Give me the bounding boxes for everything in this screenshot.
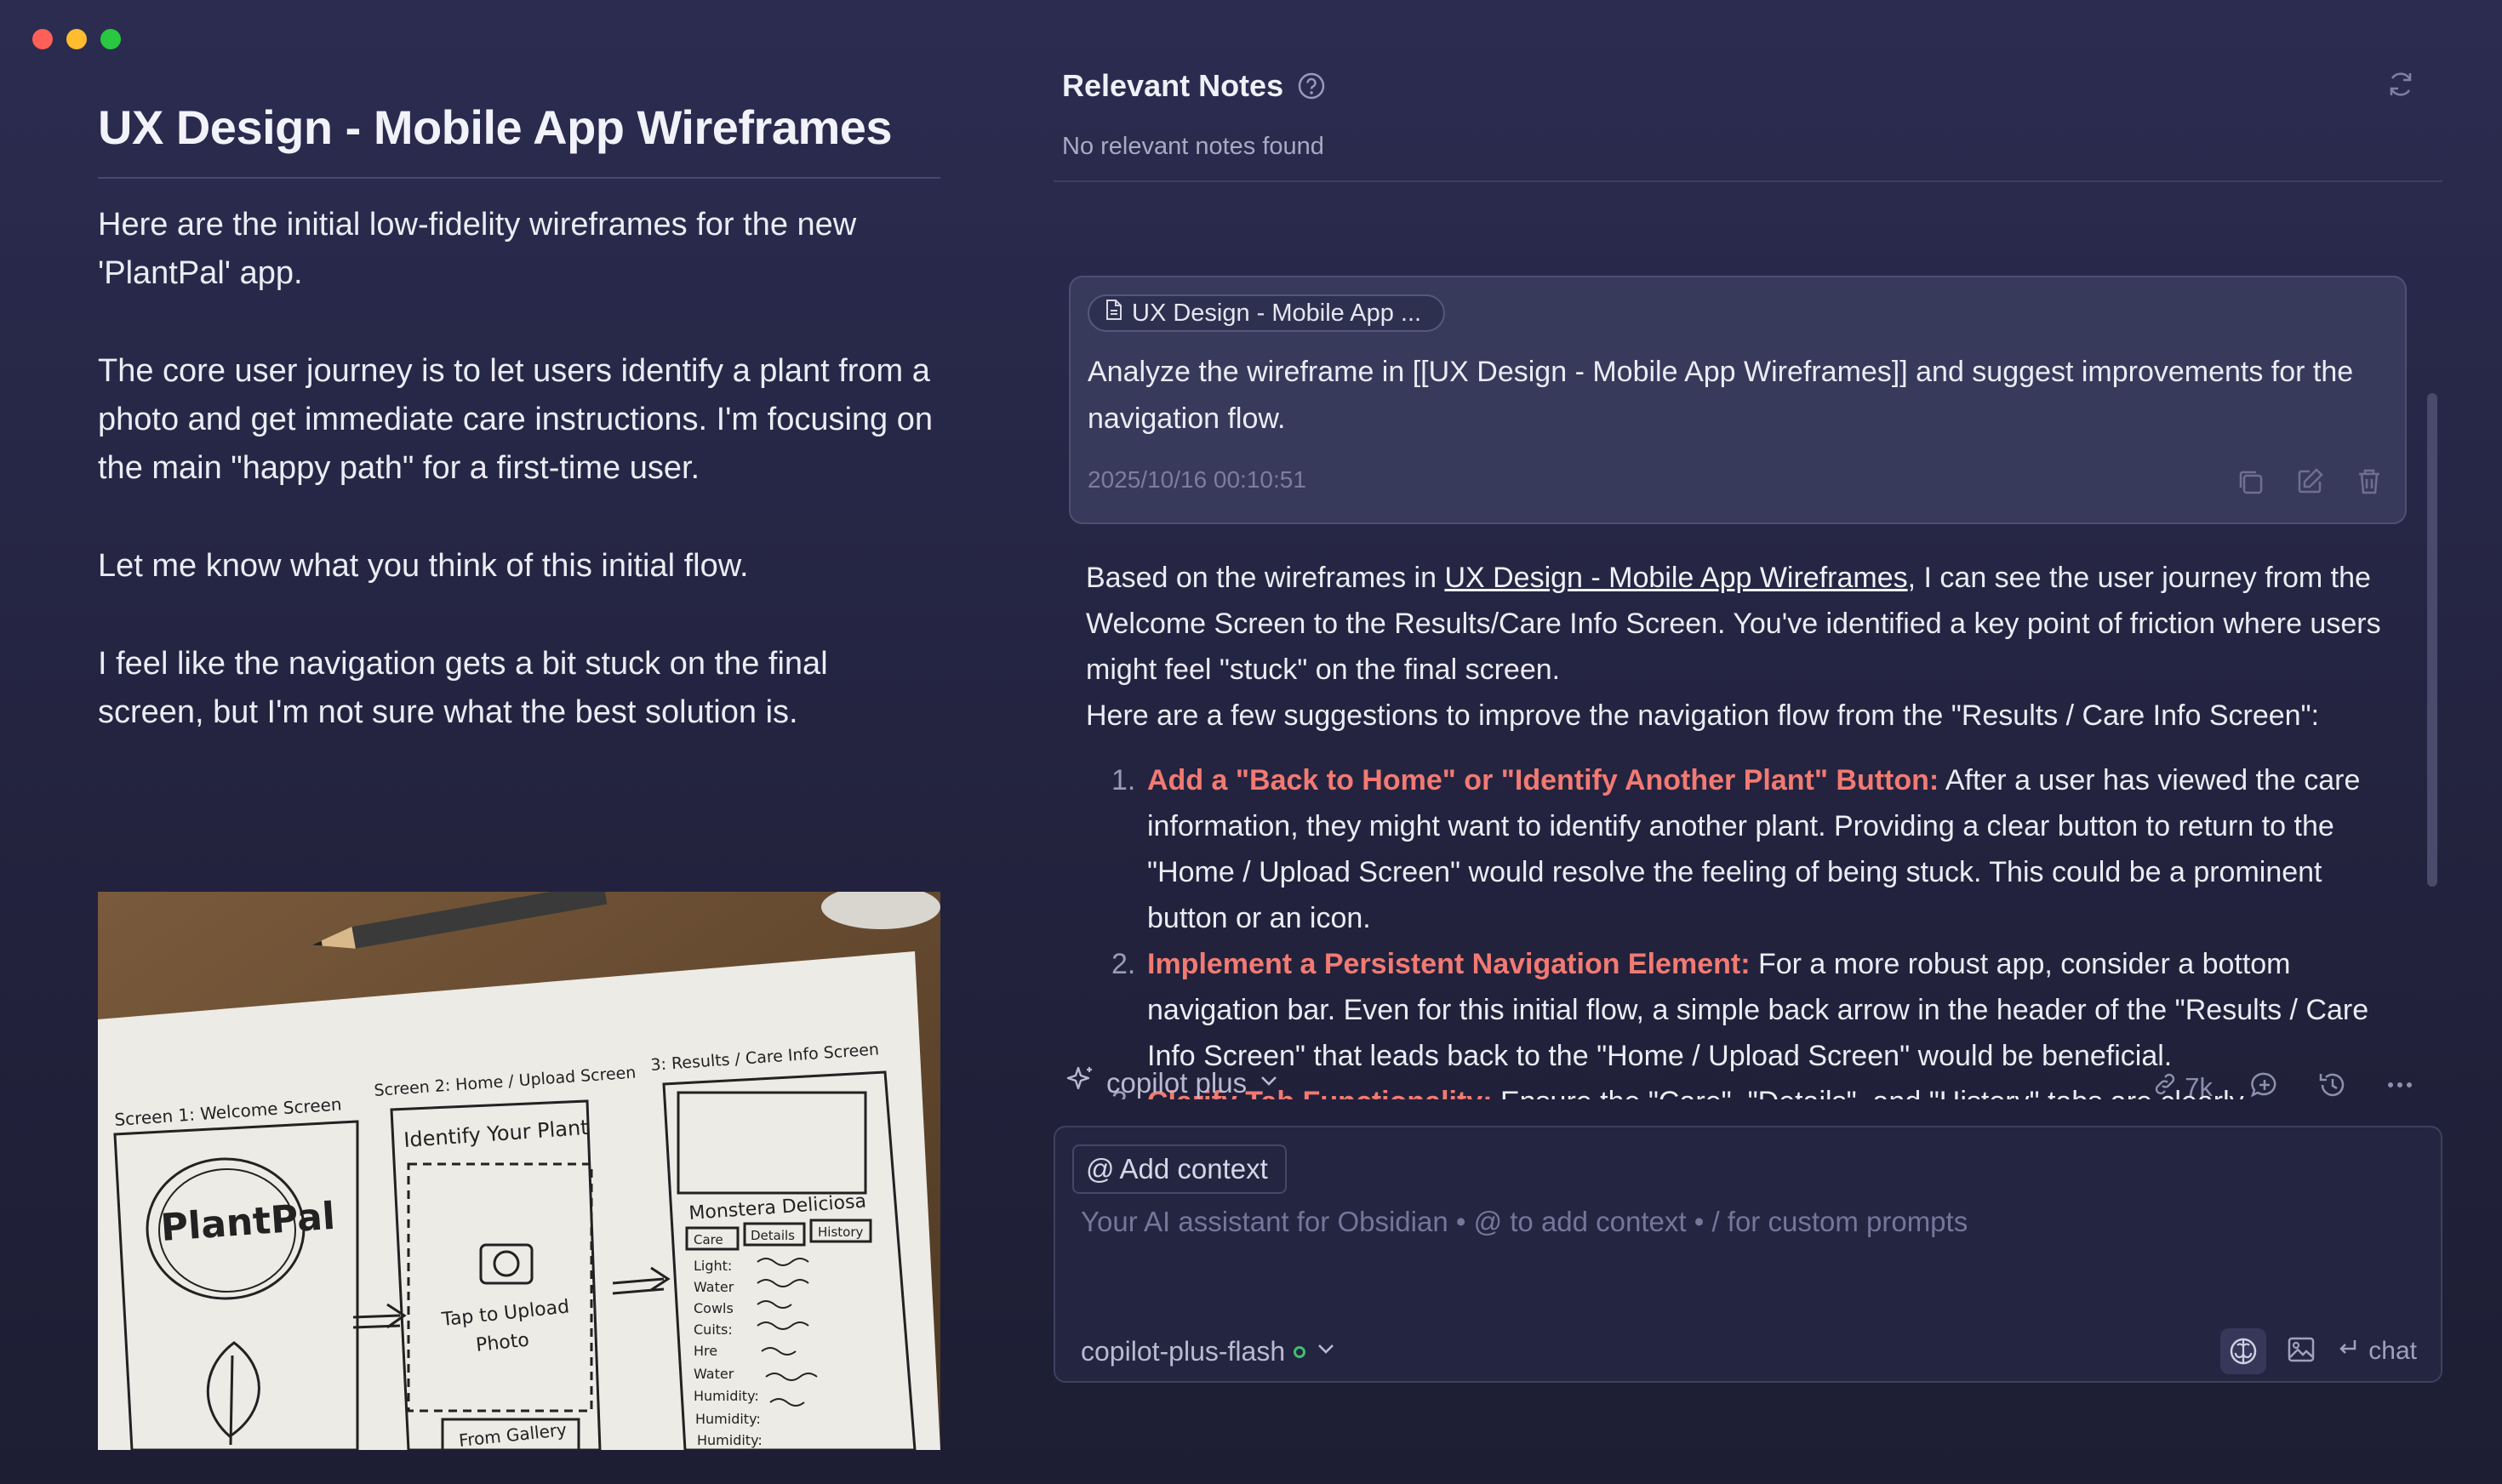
note-editor[interactable]: UX Design - Mobile App Wireframes Here a…: [98, 94, 940, 786]
user-message: UX Design - Mobile App ... Analyze the w…: [1069, 276, 2407, 524]
new-chat-icon[interactable]: [2248, 1069, 2281, 1105]
sketch-care-row: Humidity:: [697, 1432, 763, 1448]
enter-icon: [2336, 1336, 2360, 1367]
note-paragraph: The core user journey is to let users id…: [98, 353, 934, 486]
chevron-down-icon: [1257, 1067, 1281, 1099]
history-icon[interactable]: [2316, 1069, 2349, 1105]
title-divider: [98, 177, 940, 179]
window-controls: [32, 29, 121, 49]
chat-input-placeholder[interactable]: Your AI assistant for Obsidian • @ to ad…: [1081, 1206, 1968, 1238]
relevant-notes-divider: [1054, 180, 2442, 182]
sketch-care-row: Water: [694, 1366, 734, 1382]
user-message-text: Analyze the wireframe in [[UX Design - M…: [1088, 356, 2354, 435]
add-context-button[interactable]: @ Add context: [1072, 1144, 1287, 1194]
sketch-care-row: Hre: [694, 1343, 717, 1359]
chevron-down-icon: [1314, 1336, 1338, 1367]
suggestion-heading: Add a "Back to Home" or "Identify Anothe…: [1147, 764, 1939, 796]
sketch-care-row: Cowls: [694, 1300, 734, 1316]
refresh-icon[interactable]: [2385, 68, 2417, 100]
model-status-icon: [1294, 1345, 1306, 1358]
input-actions: chat: [2220, 1328, 2417, 1374]
chat-input-box[interactable]: @ Add context Your AI assistant for Obsi…: [1054, 1126, 2442, 1383]
more-options-icon[interactable]: [2385, 1070, 2415, 1104]
app-window: UX Design - Mobile App Wireframes Here a…: [0, 0, 2502, 1484]
sparkle-icon: [1064, 1064, 1096, 1103]
ai-lead: Here are a few suggestions to improve th…: [1086, 699, 2320, 732]
model-selector[interactable]: copilot-plus-flash: [1081, 1336, 1338, 1367]
note-body[interactable]: Here are the initial low-fidelity wirefr…: [98, 201, 940, 737]
note-file-icon: [1105, 299, 1123, 328]
copilot-chat-pane: Relevant Notes No relevant notes found U…: [1054, 51, 2442, 1387]
note-title[interactable]: UX Design - Mobile App Wireframes: [98, 94, 940, 162]
minimize-window-button[interactable]: [66, 29, 87, 49]
relevant-notes-header: Relevant Notes: [1062, 68, 1326, 104]
list-item: 1. Add a "Back to Home" or "Identify Anot…: [1086, 757, 2396, 941]
help-icon[interactable]: [1297, 71, 1326, 100]
context-note-chip[interactable]: UX Design - Mobile App ...: [1088, 294, 1446, 332]
sketch-tab-care: Care: [694, 1232, 723, 1247]
link-icon: [2152, 1071, 2178, 1104]
chat-toolbar: copilot plus 7k: [1064, 1064, 2442, 1115]
relevant-notes-empty: No relevant notes found: [1062, 133, 1324, 160]
delete-icon[interactable]: [2352, 465, 2386, 503]
mode-label: copilot plus: [1106, 1067, 1248, 1099]
message-timestamp: 2025/10/16 00:10:51: [1088, 466, 1306, 493]
note-link[interactable]: UX Design - Mobile App Wireframes: [1444, 562, 1907, 594]
add-context-label: Add context: [1119, 1153, 1268, 1184]
sketch-care-row: Light:: [694, 1258, 732, 1274]
sketch-tab-details: Details: [751, 1228, 795, 1243]
message-actions: [2233, 465, 2386, 503]
note-paragraph: I feel like the navigation gets a bit st…: [98, 646, 828, 730]
context-note-label: UX Design - Mobile App ...: [1132, 299, 1422, 327]
token-count: 7k: [2152, 1071, 2213, 1104]
model-name-label: copilot-plus-flash: [1081, 1336, 1286, 1367]
suggestion-list: 1. Add a "Back to Home" or "Identify Anot…: [1086, 757, 2396, 1099]
send-chat-label: chat: [2368, 1337, 2417, 1365]
token-count-value: 7k: [2185, 1071, 2213, 1102]
brain-icon[interactable]: [2220, 1328, 2267, 1374]
sketch-care-row: Water: [694, 1279, 734, 1295]
list-number: 2.: [1111, 948, 1136, 980]
sketch-care-row: Cuits:: [694, 1321, 733, 1338]
ai-intro-text: Based on the wireframes in: [1086, 562, 1445, 594]
sketch-care-row: Humidity:: [695, 1411, 761, 1427]
send-chat-button[interactable]: chat: [2336, 1336, 2417, 1367]
suggestion-heading: Implement a Persistent Navigation Elemen…: [1147, 948, 1751, 980]
relevant-notes-title: Relevant Notes: [1062, 68, 1284, 103]
close-window-button[interactable]: [32, 29, 53, 49]
wireframe-sketch-image: Screen 1: Welcome Screen Screen 2: Home …: [98, 892, 940, 1450]
toolbar-actions: 7k: [2152, 1069, 2415, 1105]
image-icon[interactable]: [2285, 1333, 2317, 1370]
copy-icon[interactable]: [2233, 465, 2267, 503]
ai-message: Based on the wireframes in UX Design - M…: [1086, 555, 2396, 1099]
chat-messages[interactable]: UX Design - Mobile App ... Analyze the w…: [1054, 223, 2442, 1099]
list-item: 2. Implement a Persistent Navigation Elem…: [1086, 941, 2396, 1079]
note-paragraph: Let me know what you think of this initi…: [98, 548, 749, 584]
mode-selector[interactable]: copilot plus: [1064, 1064, 1281, 1103]
list-number: 1.: [1111, 764, 1136, 796]
at-icon: @: [1086, 1153, 1115, 1184]
scrollbar-thumb[interactable]: [2427, 393, 2437, 887]
sketch-tab-history: History: [818, 1224, 863, 1240]
note-paragraph: Here are the initial low-fidelity wirefr…: [98, 207, 857, 291]
sketch-care-row: Humidity:: [694, 1388, 759, 1404]
edit-icon[interactable]: [2293, 465, 2327, 503]
maximize-window-button[interactable]: [100, 29, 121, 49]
ai-intro: Based on the wireframes in UX Design - M…: [1086, 555, 2396, 693]
